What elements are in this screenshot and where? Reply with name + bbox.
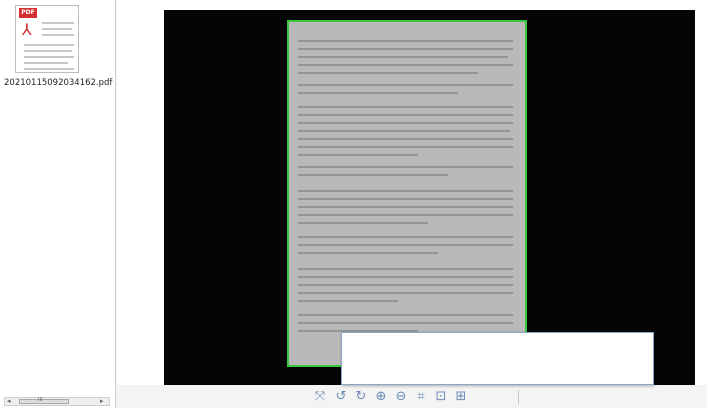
auto-crop-icon[interactable]: ⊡: [433, 389, 449, 405]
pdf-badge: PDF: [19, 8, 37, 18]
thumbnail-scrollbar[interactable]: ◂ III ▸: [4, 397, 110, 406]
scroll-thumb-grip: III: [38, 397, 43, 403]
scroll-right-icon[interactable]: ▸: [100, 397, 104, 405]
rotate-left-icon[interactable]: ↺: [333, 389, 349, 405]
rotate-right-icon[interactable]: ↻: [353, 389, 369, 405]
zoom-in-icon[interactable]: ⊕: [373, 389, 389, 405]
camera-viewer[interactable]: [117, 0, 707, 385]
thumbnail-panel: PDF ⅄ 20210115092034162.pdf ◂ III ▸: [0, 0, 116, 408]
fit-width-icon[interactable]: ⊞: [453, 389, 469, 405]
captura-multiples-paginas-pdf-dialog: [341, 331, 654, 385]
fit-window-icon[interactable]: ⤧: [312, 389, 328, 405]
scroll-thumb[interactable]: III: [19, 397, 69, 404]
crop-icon[interactable]: ⌗: [413, 389, 429, 405]
pdf-thumbnail[interactable]: PDF ⅄: [15, 5, 79, 73]
scroll-left-icon[interactable]: ◂: [7, 397, 11, 405]
file-name-label[interactable]: 20210115092034162.pdf: [4, 78, 116, 88]
viewer-toolbar: ⤧ ↺ ↻ ⊕ ⊖ ⌗ ⊡ ⊞: [117, 386, 707, 408]
detected-document: [287, 20, 527, 367]
zoom-out-icon[interactable]: ⊖: [393, 389, 409, 405]
toolbar-divider: [518, 390, 519, 404]
acrobat-icon: ⅄: [22, 20, 32, 39]
camera-preview[interactable]: [164, 10, 695, 385]
